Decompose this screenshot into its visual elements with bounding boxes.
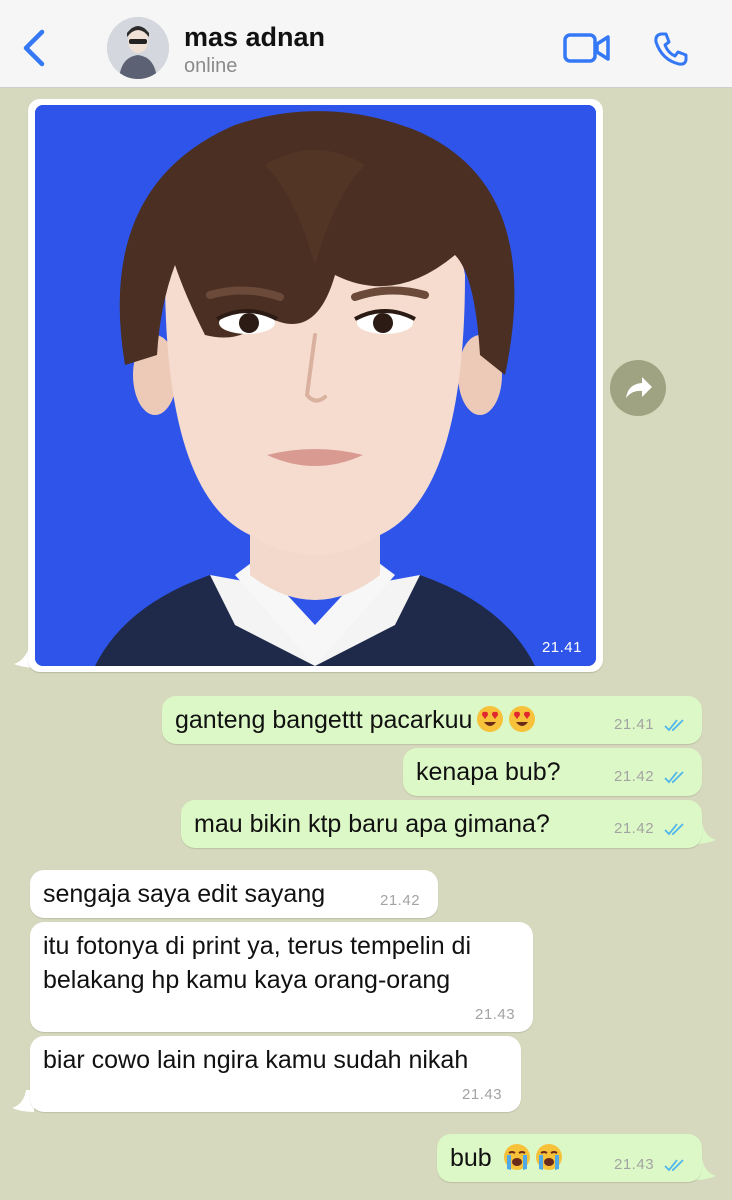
message-time: 21.42 bbox=[380, 892, 421, 909]
incoming-message[interactable]: itu fotonya di print ya, terus tempelin … bbox=[30, 922, 533, 1032]
chevron-left-icon[interactable] bbox=[18, 26, 52, 70]
loudly-crying-emoji-icon bbox=[503, 1144, 530, 1170]
message-text: mau bikin ktp baru apa gimana? bbox=[194, 810, 550, 838]
message-time: 21.43 bbox=[475, 1006, 516, 1023]
forward-arrow-icon bbox=[626, 377, 652, 398]
forward-button[interactable] bbox=[610, 360, 666, 416]
video-camera-icon[interactable] bbox=[562, 30, 612, 66]
outgoing-message[interactable]: mau bikin ktp baru apa gimana? 21.42 bbox=[181, 800, 702, 848]
outgoing-message[interactable]: bub 21.43 bbox=[437, 1134, 702, 1182]
incoming-message[interactable]: biar cowo lain ngira kamu sudah nikah 21… bbox=[30, 1036, 521, 1112]
message-text-line: belakang hp kamu kaya orang-orang bbox=[43, 966, 451, 994]
message-text: sengaja saya edit sayang bbox=[43, 880, 326, 908]
phone-icon[interactable] bbox=[652, 30, 690, 68]
chat-header: mas adnan online bbox=[0, 0, 732, 88]
heart-eyes-emoji-icon bbox=[509, 706, 536, 732]
photo-message[interactable]: 21.41 bbox=[28, 99, 603, 672]
contact-name[interactable]: mas adnan bbox=[184, 22, 325, 53]
contact-status: online bbox=[184, 55, 238, 77]
message-time: 21.41 bbox=[541, 639, 582, 656]
message-time: 21.43 bbox=[614, 1156, 655, 1173]
incoming-message[interactable]: sengaja saya edit sayang 21.42 bbox=[30, 870, 438, 918]
portrait-photo[interactable]: 21.41 bbox=[35, 105, 596, 666]
message-text-line: itu fotonya di print ya, terus tempelin … bbox=[43, 932, 472, 960]
double-check-icon bbox=[664, 771, 684, 784]
message-time: 21.42 bbox=[614, 768, 655, 785]
heart-eyes-emoji-icon bbox=[477, 706, 504, 732]
message-text: biar cowo lain ngira kamu sudah nikah bbox=[43, 1046, 469, 1074]
double-check-icon bbox=[664, 1159, 684, 1172]
outgoing-message[interactable]: kenapa bub? 21.42 bbox=[403, 748, 702, 796]
message-text: bub bbox=[450, 1144, 492, 1172]
message-time: 21.41 bbox=[614, 716, 655, 733]
message-time: 21.42 bbox=[614, 820, 655, 837]
message-text: kenapa bub? bbox=[416, 758, 561, 786]
loudly-crying-emoji-icon bbox=[535, 1144, 562, 1170]
double-check-icon bbox=[664, 823, 684, 836]
avatar[interactable] bbox=[107, 17, 169, 79]
outgoing-message[interactable]: ganteng bangettt pacarkuu 21.41 bbox=[162, 696, 702, 744]
message-text: ganteng bangettt pacarkuu bbox=[175, 706, 473, 734]
message-time: 21.43 bbox=[462, 1086, 503, 1103]
double-check-icon bbox=[664, 719, 684, 732]
